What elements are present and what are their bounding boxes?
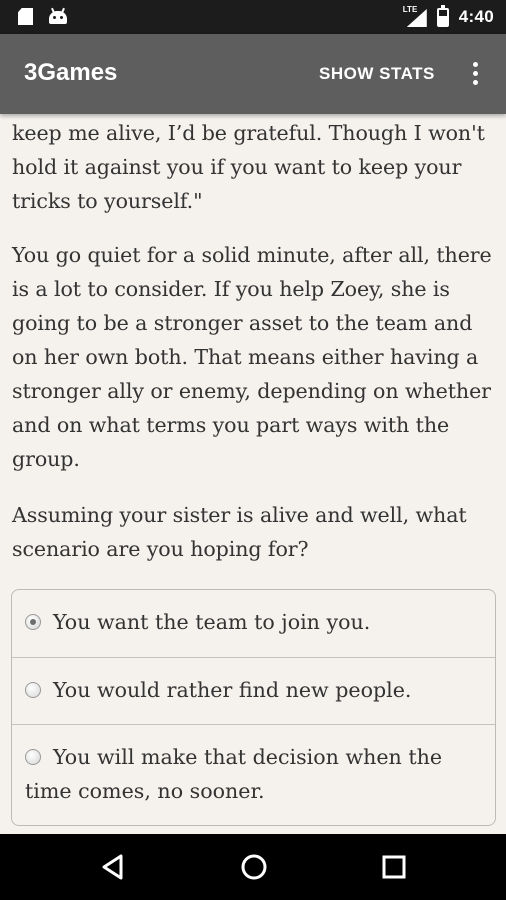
back-icon[interactable] — [99, 852, 129, 882]
home-icon[interactable] — [239, 852, 269, 882]
signal-lte-icon: LTE — [402, 5, 427, 27]
choice-label: You will make that decision when the tim… — [25, 745, 443, 803]
status-clock: 4:40 — [458, 7, 494, 26]
more-vert-icon[interactable] — [466, 58, 486, 88]
radio-unselected-icon[interactable] — [25, 682, 41, 698]
notification-icons — [18, 7, 67, 25]
story-prompt: Assuming your sister is alive and well, … — [12, 503, 467, 561]
choice-option-3[interactable]: You will make that decision when the tim… — [12, 724, 495, 825]
android-debug-icon — [49, 7, 67, 24]
navigation-bar — [0, 834, 506, 900]
radio-selected-icon[interactable] — [25, 614, 41, 630]
show-stats-button[interactable]: SHOW STATS — [319, 64, 435, 84]
choice-option-2[interactable]: You would rather find new people. — [12, 657, 495, 724]
choice-list: You want the team to join you. You would… — [11, 589, 496, 826]
sd-card-icon — [18, 8, 33, 25]
choice-label: You would rather find new people. — [53, 678, 412, 702]
story-paragraph: keep me alive, I’d be grateful. Though I… — [12, 121, 485, 213]
story-content[interactable]: keep me alive, I’d be grateful. Though I… — [0, 114, 506, 834]
battery-charging-icon — [436, 4, 449, 27]
recent-apps-icon[interactable] — [379, 852, 409, 882]
choice-option-1[interactable]: You want the team to join you. — [12, 590, 495, 657]
status-bar: LTE 4:40 — [0, 0, 506, 34]
story-paragraph: You go quiet for a solid minute, after a… — [12, 243, 492, 471]
network-type-label: LTE — [402, 5, 418, 14]
app-bar: 3Games SHOW STATS — [0, 34, 506, 114]
app-title: 3Games — [24, 59, 118, 86]
choice-label: You want the team to join you. — [53, 610, 371, 634]
system-icons: LTE 4:40 — [402, 4, 494, 27]
radio-unselected-icon[interactable] — [25, 749, 41, 765]
